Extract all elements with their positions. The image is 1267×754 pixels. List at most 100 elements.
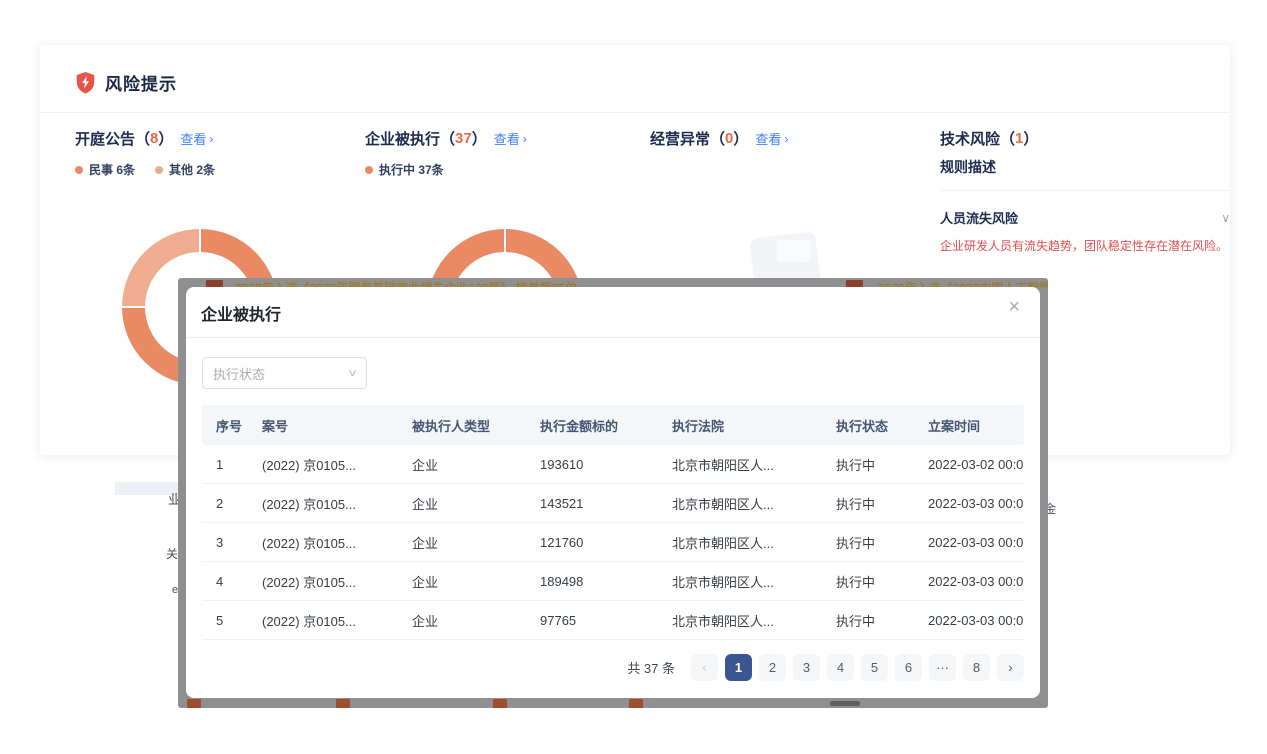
pagination-page-6[interactable]: 6 (895, 654, 922, 681)
pagination-page-2[interactable]: 2 (759, 654, 786, 681)
table-cell: 2022-03-03 00:0... (914, 574, 1024, 589)
view-link-business-abnormal[interactable]: 查看 (755, 129, 781, 148)
table-cell: 北京市朝阳区人... (658, 572, 822, 591)
table-cell: 189498 (526, 574, 658, 589)
header-cell: 执行法院 (658, 416, 822, 435)
pagination-page-1[interactable]: 1 (725, 654, 752, 681)
table-cell: 97765 (526, 613, 658, 628)
view-link-court-announcement[interactable]: 查看 (180, 129, 206, 148)
pagination-ellipsis[interactable]: ··· (929, 654, 956, 681)
close-icon[interactable]: × (1008, 297, 1020, 317)
section-title-tech-risk: 技术风险（1） (940, 128, 1038, 149)
section-title-business-abnormal: 经营异常（0） 查看 › (650, 128, 788, 149)
table-header: 序号案号被执行人类型执行金额标的执行法院执行状态立案时间 (202, 405, 1024, 445)
background-text-fragment: 关 (166, 545, 178, 562)
execution-table: 序号案号被执行人类型执行金额标的执行法院执行状态立案时间 1(2022) 京01… (202, 405, 1024, 640)
table-body: 1(2022) 京0105...企业193610北京市朝阳区人...执行中202… (202, 445, 1024, 640)
table-cell: 北京市朝阳区人... (658, 455, 822, 474)
table-cell: 执行中 (822, 455, 914, 474)
legend-dot (75, 166, 83, 174)
dimmed-background-bars-strip (178, 698, 1048, 708)
pagination: 共 37 条 ‹ 123456 ··· 8 › (202, 653, 1024, 681)
section-count: 1 (1015, 130, 1023, 147)
pagination-prev-button[interactable]: ‹ (691, 654, 718, 681)
table-cell: 2022-03-02 00:0... (914, 457, 1024, 472)
pagination-page-3[interactable]: 3 (793, 654, 820, 681)
header-cell: 立案时间 (914, 416, 1024, 435)
pagination-next-button[interactable]: › (997, 654, 1024, 681)
pagination-page-8[interactable]: 8 (963, 654, 990, 681)
pagination-total: 共 37 条 (627, 658, 675, 677)
section-label: 企业被执行 (365, 128, 440, 149)
legend-label: 执行中 37条 (379, 161, 444, 178)
table-cell: 121760 (526, 535, 658, 550)
paren: ） (472, 128, 487, 149)
table-cell: (2022) 京0105... (248, 494, 398, 513)
background-tooltip-fragment (830, 701, 860, 706)
section-label: 技术风险 (940, 128, 1000, 149)
view-link-enterprise-executed[interactable]: 查看 (494, 129, 520, 148)
pagination-page-4[interactable]: 4 (827, 654, 854, 681)
pagination-page-5[interactable]: 5 (861, 654, 888, 681)
table-cell: 企业 (398, 572, 526, 591)
rule-description-label: 规则描述 (940, 157, 996, 177)
table-cell: 企业 (398, 611, 526, 630)
chevron-right-icon: › (209, 132, 213, 146)
table-row: 2(2022) 京0105...企业143521北京市朝阳区人...执行中202… (202, 484, 1024, 523)
execution-status-select[interactable]: 执行状态 ∨ (202, 357, 367, 389)
donut-segment-gap (504, 229, 506, 252)
enterprise-executed-modal: 2020年入选《2020年服务基础商业领先企业100强》 榜单第85位 2020… (178, 278, 1048, 708)
legend-dot (155, 166, 163, 174)
section-count: 37 (455, 130, 472, 147)
paren: （ (440, 128, 455, 149)
legend-item: 执行中 37条 (365, 161, 444, 178)
chevron-left-icon: ‹ (702, 659, 707, 675)
table-cell: 2022-03-03 00:0... (914, 535, 1024, 550)
risk-panel-title: 风险提示 (105, 70, 177, 95)
header-cell: 案号 (248, 416, 398, 435)
tech-risk-detail-text: 企业研发人员有流失趋势，团队稳定性存在潜在风险。 (940, 237, 1228, 254)
legend-dot (365, 166, 373, 174)
tech-risk-collapse-header[interactable]: 人员流失风险 ∨ (940, 208, 1230, 227)
paren: （ (135, 128, 150, 149)
table-cell: 企业 (398, 494, 526, 513)
table-cell: 3 (202, 535, 248, 550)
table-row: 4(2022) 京0105...企业189498北京市朝阳区人...执行中202… (202, 562, 1024, 601)
table-row: 1(2022) 京0105...企业193610北京市朝阳区人...执行中202… (202, 445, 1024, 484)
honor-text-clipped: 2020年入选《2020年服务基础商业领先企业100强》 榜单第85位 (235, 279, 577, 287)
risk-shield-icon (75, 71, 96, 94)
background-bar-top (187, 699, 201, 708)
header-cell: 执行状态 (822, 416, 914, 435)
legend-label: 民事 6条 (89, 161, 135, 178)
table-cell: 4 (202, 574, 248, 589)
table-cell: 2022-03-03 00:0... (914, 496, 1024, 511)
paren: （ (710, 128, 725, 149)
section-title-enterprise-executed: 企业被执行（37） 查看 › (365, 128, 527, 149)
legend-item: 其他 2条 (155, 161, 215, 178)
table-cell: 2 (202, 496, 248, 511)
table-cell: (2022) 京0105... (248, 572, 398, 591)
background-bar-top (493, 699, 507, 708)
table-row: 3(2022) 京0105...企业121760北京市朝阳区人...执行中202… (202, 523, 1024, 562)
header-cell: 序号 (202, 416, 248, 435)
section-title-court-announcement: 开庭公告（8） 查看 › (75, 128, 213, 149)
paren: （ (1000, 128, 1015, 149)
table-row: 5(2022) 京0105...企业97765北京市朝阳区人...执行中2022… (202, 601, 1024, 640)
tech-risk-divider (940, 190, 1230, 191)
paren: ） (1023, 128, 1038, 149)
tech-risk-item-title: 人员流失风险 (940, 208, 1018, 227)
chevron-right-icon: › (1008, 659, 1013, 675)
chevron-down-icon: ∨ (1221, 211, 1230, 225)
table-cell: 执行中 (822, 533, 914, 552)
trophy-icon (846, 280, 863, 287)
table-cell: 执行中 (822, 494, 914, 513)
table-cell: (2022) 京0105... (248, 533, 398, 552)
modal-dialog: 企业被执行 × 执行状态 ∨ 序号案号被执行人类型执行金额标的执行法院执行状态立… (186, 287, 1040, 698)
paren: ） (158, 128, 173, 149)
table-cell: 执行中 (822, 572, 914, 591)
donut-segment-gap (122, 306, 145, 308)
section-count: 0 (725, 130, 733, 147)
chevron-right-icon: › (523, 132, 527, 146)
table-cell: 5 (202, 613, 248, 628)
legend-label: 其他 2条 (169, 161, 215, 178)
